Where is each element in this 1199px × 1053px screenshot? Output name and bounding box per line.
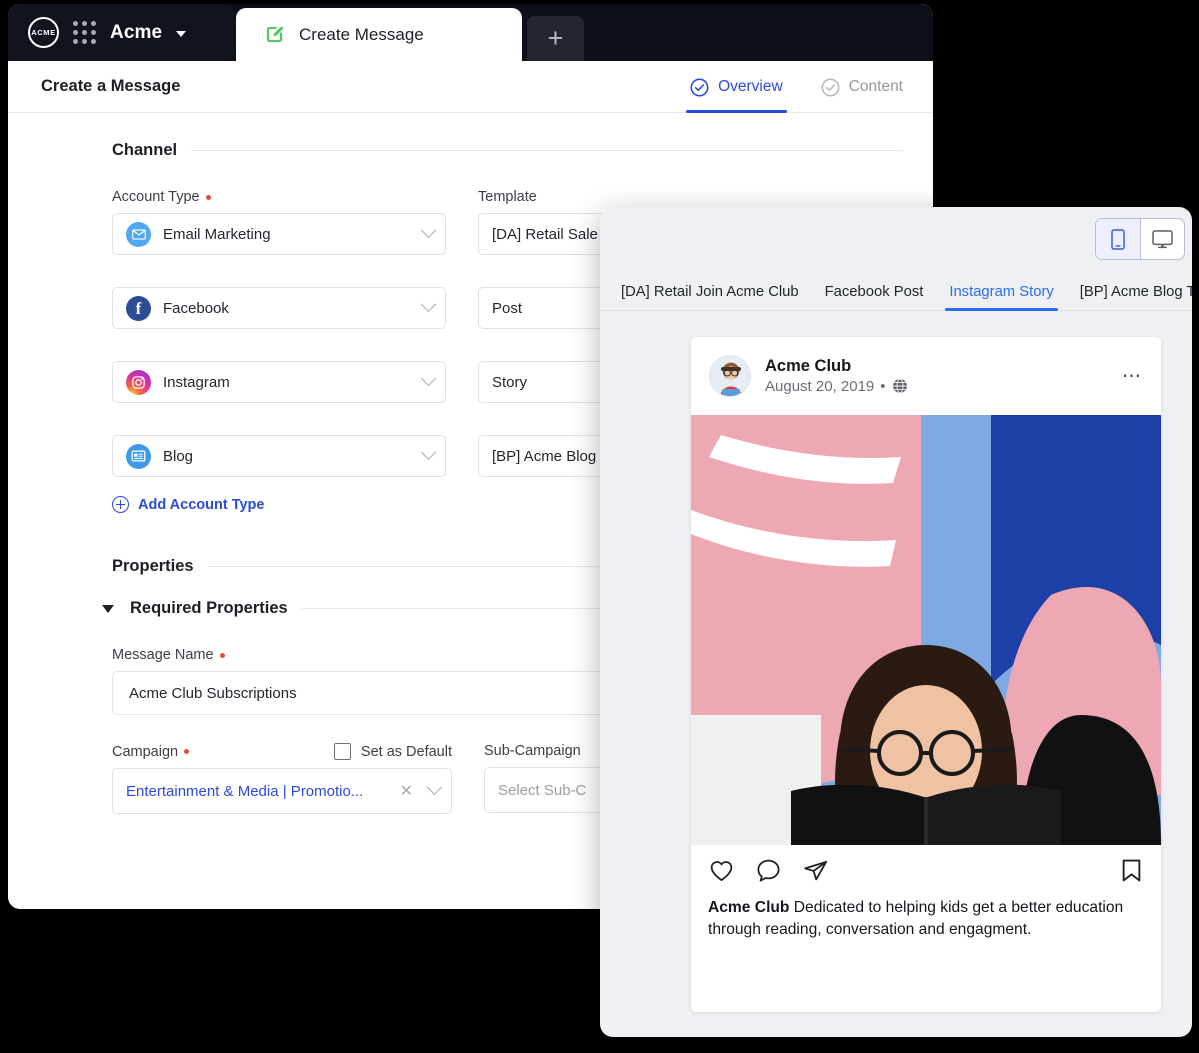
account-type-select-email[interactable]: Email Marketing xyxy=(112,213,446,255)
device-toggle xyxy=(1095,218,1185,260)
step-tabs: Overview Content xyxy=(686,61,907,113)
desktop-icon xyxy=(1152,229,1173,248)
app-launcher-icon[interactable] xyxy=(73,21,96,44)
campaign-column: Campaign Set as Default Entertainment & … xyxy=(112,743,452,814)
account-type-label: Account Type xyxy=(112,189,446,205)
account-value: Facebook xyxy=(163,299,229,317)
account-type-select-facebook[interactable]: f Facebook xyxy=(112,287,446,329)
chevron-down-icon xyxy=(426,778,443,795)
share-icon[interactable] xyxy=(802,857,829,884)
account-type-column: Account Type Email Marketing f Facebook xyxy=(112,189,446,513)
tab-overview[interactable]: Overview xyxy=(686,61,787,113)
required-properties-title: Required Properties xyxy=(130,599,288,617)
preview-tab-facebook-post[interactable]: Facebook Post xyxy=(812,284,937,311)
chevron-down-icon xyxy=(420,443,437,460)
required-indicator xyxy=(219,652,225,658)
preview-tabs: [DA] Retail Join Acme Club Facebook Post… xyxy=(600,269,1192,311)
chevron-down-icon xyxy=(420,221,437,238)
post-caption: Acme Club Dedicated to helping kids get … xyxy=(691,895,1161,941)
campaign-label: Campaign xyxy=(112,744,190,760)
add-account-type-button[interactable]: Add Account Type xyxy=(112,496,446,513)
mobile-icon xyxy=(1111,228,1125,250)
post-date-row: August 20, 2019 • xyxy=(765,377,1108,397)
preview-panel: [DA] Retail Join Acme Club Facebook Post… xyxy=(600,207,1192,1037)
check-circle-filled-icon xyxy=(690,78,709,96)
instagram-icon xyxy=(126,369,151,395)
add-account-type-label: Add Account Type xyxy=(138,496,265,513)
channel-section-title: Channel xyxy=(112,141,178,159)
check-circle-icon xyxy=(821,78,840,96)
chevron-down-icon xyxy=(420,369,437,386)
tab-content-label: Content xyxy=(848,78,903,95)
set-as-default-checkbox[interactable]: Set as Default xyxy=(333,743,452,760)
plus-circle-icon xyxy=(112,496,129,513)
post-meta: Acme Club August 20, 2019 • xyxy=(765,356,1108,396)
page-header: Create a Message Overview Content xyxy=(8,61,933,113)
account-type-select-instagram[interactable]: Instagram xyxy=(112,361,446,403)
brand-zone: ACME Acme xyxy=(8,4,236,61)
account-value: Blog xyxy=(163,447,194,465)
required-indicator xyxy=(205,194,211,200)
caption-author: Acme Club xyxy=(708,899,790,916)
preview-tab-retail-join[interactable]: [DA] Retail Join Acme Club xyxy=(608,284,812,311)
preview-tab-instagram-story[interactable]: Instagram Story xyxy=(936,284,1066,311)
screen: ACME Acme Create Message + Create a Mess… xyxy=(0,0,1199,1053)
preview-toolbar xyxy=(600,207,1192,269)
avatar xyxy=(709,355,751,397)
acme-logo-icon: ACME xyxy=(28,17,59,48)
required-indicator xyxy=(184,749,190,754)
divider xyxy=(191,150,903,151)
title-bar: ACME Acme Create Message + xyxy=(8,4,933,61)
blog-icon xyxy=(126,443,151,469)
set-as-default-label: Set as Default xyxy=(360,743,452,760)
post-account-name: Acme Club xyxy=(765,356,852,375)
post-header: Acme Club August 20, 2019 • ⋯ xyxy=(691,337,1161,415)
template-label: Template xyxy=(478,189,537,205)
account-value: Email Marketing xyxy=(163,225,271,243)
chevron-down-icon[interactable] xyxy=(176,31,187,37)
checkbox-icon xyxy=(333,743,351,760)
mobile-view-button[interactable] xyxy=(1096,219,1140,259)
instagram-post-card: Acme Club August 20, 2019 • ⋯ Acme Club … xyxy=(691,337,1161,1012)
chevron-down-icon xyxy=(420,295,437,312)
account-value: Instagram xyxy=(163,373,230,391)
new-tab-button[interactable]: + xyxy=(527,16,584,61)
campaign-value: Entertainment & Media | Promotio... xyxy=(126,782,364,800)
heart-icon[interactable] xyxy=(708,857,735,884)
email-icon xyxy=(126,221,151,247)
clear-icon[interactable]: ✕ xyxy=(400,781,413,801)
preview-tab-blog-template[interactable]: [BP] Acme Blog Template xyxy=(1067,284,1192,311)
tab-create-message[interactable]: Create Message xyxy=(236,8,522,61)
facebook-icon: f xyxy=(126,295,151,321)
tab-content[interactable]: Content xyxy=(817,61,907,113)
post-date: August 20, 2019 xyxy=(765,377,875,395)
bullet-separator: • xyxy=(880,377,886,395)
campaign-select[interactable]: Entertainment & Media | Promotio... ✕ xyxy=(112,768,452,814)
caret-down-icon xyxy=(102,604,114,613)
page-title: Create a Message xyxy=(41,77,181,95)
ellipsis-icon[interactable]: ⋯ xyxy=(1122,367,1143,386)
post-image xyxy=(691,415,1161,845)
comment-icon[interactable] xyxy=(755,857,782,884)
properties-section-title: Properties xyxy=(112,557,194,575)
tab-label: Create Message xyxy=(299,24,424,44)
channel-section-header: Channel xyxy=(112,141,903,160)
bookmark-icon[interactable] xyxy=(1119,857,1144,884)
tab-overview-label: Overview xyxy=(718,78,783,95)
edit-pencil-icon xyxy=(266,25,284,43)
desktop-view-button[interactable] xyxy=(1140,219,1184,259)
account-type-select-blog[interactable]: Blog xyxy=(112,435,446,477)
post-actions xyxy=(691,845,1161,895)
globe-icon xyxy=(892,378,907,394)
brand-name: Acme xyxy=(110,21,163,43)
